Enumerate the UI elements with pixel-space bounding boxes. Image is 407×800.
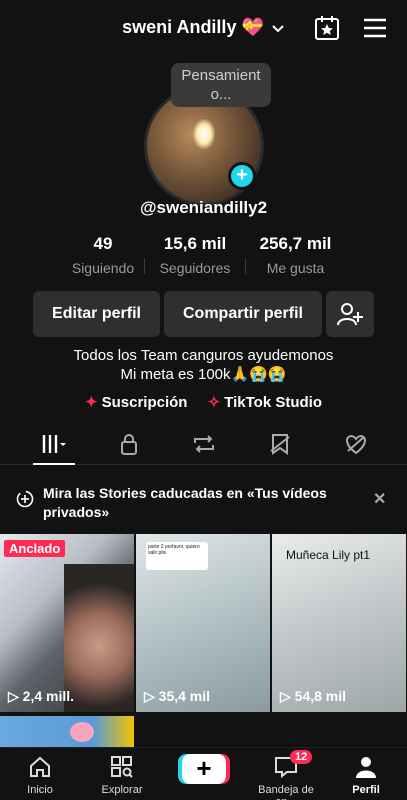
chevron-down-icon	[272, 25, 284, 33]
explore-icon	[111, 756, 133, 778]
following-label: Siguiendo	[71, 260, 135, 276]
expired-stories-banner[interactable]: Mira las Stories caducadas en «Tus vídeo…	[0, 484, 407, 524]
view-count: 35,4 mil	[158, 688, 211, 704]
repost-tab-icon[interactable]	[189, 431, 219, 457]
profile-stats: 49 Siguiendo 15,6 mil Seguidores 256,7 m…	[62, 234, 345, 282]
profile-icon	[356, 757, 376, 778]
studio-label: TikTok Studio	[224, 394, 322, 411]
calendar-star-icon[interactable]	[314, 15, 340, 41]
story-add-icon	[16, 490, 34, 508]
profile-bio: Todos los Team canguros ayudemonos Mi me…	[0, 346, 407, 384]
view-count: 2,4 mill.	[22, 688, 75, 704]
studio-icon: ✧	[207, 394, 221, 411]
bio-line: Mi meta es 100k🙏😭😭	[120, 366, 287, 383]
likes-label: Me gusta	[266, 260, 325, 276]
video-thumbnail[interactable]: Anclado ▷ 2,4 mill.	[0, 534, 134, 712]
video-views: ▷ 2,4 mill.	[8, 688, 75, 704]
video-views: ▷ 54,8 mil	[280, 688, 347, 704]
profile-links: ✦ Suscripción ✧ TikTok Studio	[0, 393, 407, 411]
edit-profile-button[interactable]: Editar perfil	[33, 291, 160, 337]
add-user-icon	[337, 303, 363, 326]
profile-display-name: sweni Andilly	[122, 17, 237, 37]
content-tabs	[0, 427, 407, 465]
following-count: 49	[93, 234, 113, 253]
nav-inbox[interactable]: 12 Bandeja de en...	[248, 750, 324, 800]
top-bar: sweni Andilly 💝	[0, 0, 407, 56]
username: @sweniandilly2	[139, 198, 268, 217]
bio-line: Todos los Team canguros ayudemonos	[73, 347, 334, 364]
video-thumbnail[interactable]: Muñeca Lily pt1 ▷ 54,8 mil	[272, 534, 406, 712]
nav-inbox-label: Bandeja de en...	[258, 784, 314, 800]
subscription-label: Suscripción	[101, 394, 188, 411]
reply-sticker: parte 2 porfavor, quiero salir plis	[146, 542, 208, 570]
nav-home[interactable]: Inicio	[2, 756, 78, 796]
heart-emoji: 💝	[241, 17, 264, 37]
avatar-photo-detail	[193, 119, 215, 149]
video-face-detail	[64, 564, 134, 712]
tiktok-studio-link[interactable]: ✧ TikTok Studio	[208, 394, 322, 411]
subscription-link[interactable]: ✦ Suscripción	[85, 394, 192, 411]
followers-stat[interactable]: 15,6 mil Seguidores	[145, 234, 245, 282]
pinned-badge: Anclado	[4, 540, 66, 557]
followers-label: Seguidores	[159, 260, 231, 276]
nav-home-label: Inicio	[27, 784, 53, 796]
following-stat[interactable]: 49 Siguiendo	[62, 234, 144, 282]
close-icon[interactable]: ✕	[373, 490, 386, 509]
videos-grid-tab-icon[interactable]	[38, 431, 68, 457]
share-profile-button[interactable]: Compartir perfil	[164, 291, 322, 337]
peppa-pig-detail	[70, 722, 94, 742]
video-caption: Muñeca Lily pt1	[286, 548, 371, 562]
nav-profile-label: Perfil	[352, 784, 380, 796]
likes-count: 256,7 mil	[259, 234, 332, 253]
banner-text: Mira las Stories caducadas en «Tus vídeo…	[43, 485, 327, 520]
create-button[interactable]: +	[182, 754, 226, 784]
video-thumbnail[interactable]	[0, 716, 134, 748]
account-switcher[interactable]: sweni Andilly 💝	[0, 17, 407, 38]
add-story-icon[interactable]: +	[228, 162, 256, 190]
add-friend-button[interactable]	[326, 291, 374, 337]
nav-profile[interactable]: Perfil	[328, 756, 404, 796]
nav-explore-label: Explorar	[101, 784, 143, 796]
lock-tab-icon[interactable]	[114, 431, 144, 457]
hamburger-menu-icon[interactable]	[362, 17, 388, 39]
followers-count: 15,6 mil	[163, 234, 227, 253]
likes-stat[interactable]: 256,7 mil Me gusta	[246, 234, 345, 282]
subscription-icon: ✦	[85, 394, 98, 411]
thought-bubble[interactable]: Pensamient o...	[171, 63, 271, 107]
favorites-tab-icon[interactable]	[265, 431, 295, 457]
active-tab-indicator	[33, 463, 75, 465]
video-thumbnail[interactable]: parte 2 porfavor, quiero salir plis ▷ 35…	[136, 534, 270, 712]
view-count: 54,8 mil	[294, 688, 347, 704]
inbox-badge: 12	[290, 750, 313, 764]
nav-explore[interactable]: Explorar	[84, 756, 160, 796]
video-views: ▷ 35,4 mil	[144, 688, 211, 704]
liked-tab-icon[interactable]	[341, 431, 371, 457]
home-icon	[30, 756, 50, 777]
bottom-navigation: Inicio Explorar + 12 Bandeja de en... Pe…	[0, 747, 407, 800]
